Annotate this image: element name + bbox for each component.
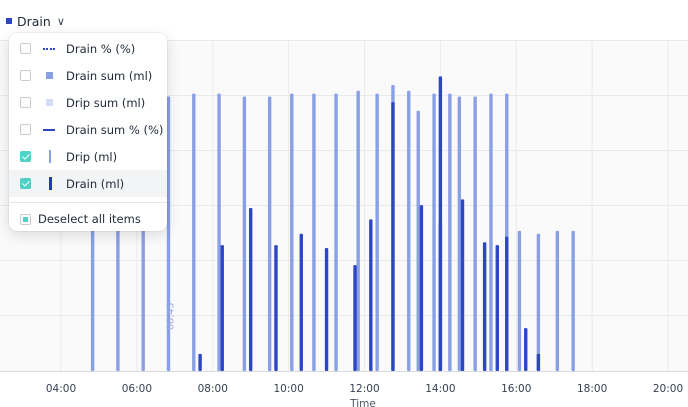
bar-drain <box>198 353 202 371</box>
x-tick-label: 08:00 <box>198 383 228 395</box>
bar-drip <box>242 96 247 371</box>
menu-item-label: Drip sum (ml) <box>66 95 146 110</box>
checkbox[interactable] <box>20 43 31 54</box>
menu-item-label: Drain sum % (%) <box>66 122 164 137</box>
bar-drip <box>555 230 560 371</box>
checkbox[interactable] <box>20 124 31 135</box>
bar-drip <box>517 230 522 371</box>
series-dropdown-menu: Drain % (%) Drain sum (ml) Drip sum (ml)… <box>9 33 167 231</box>
bar-drip <box>356 90 360 371</box>
menu-divider <box>9 202 167 203</box>
bar-drain <box>524 328 528 371</box>
x-tick-label: 06:00 <box>122 383 152 395</box>
bar-drip <box>334 93 338 371</box>
checkbox-checked[interactable] <box>20 151 31 162</box>
bar-drip <box>375 93 379 371</box>
bar-drip <box>290 93 294 371</box>
dark-bar-icon <box>39 176 61 190</box>
x-tick-label: 12:00 <box>349 383 379 395</box>
bar-drip <box>489 93 493 371</box>
bar-drip <box>457 96 462 371</box>
bar-drain <box>391 102 395 371</box>
checkbox[interactable] <box>20 70 31 81</box>
deselect-all-label: Deselect all items <box>38 212 141 226</box>
bar-drain <box>419 205 424 371</box>
menu-item-label: Drip (ml) <box>66 149 118 164</box>
bar-drain <box>353 265 357 371</box>
bar-drain <box>220 245 224 371</box>
x-tick-label: 10:00 <box>273 383 303 395</box>
menu-item-drip[interactable]: Drip (ml) <box>9 143 167 170</box>
bar-drip <box>432 93 436 371</box>
bar-drain <box>495 245 499 371</box>
bar-drip <box>312 93 316 371</box>
x-tick-label: 16:00 <box>501 383 531 395</box>
menu-item-label: Drain % (%) <box>66 41 136 56</box>
series-selector-label: Drain <box>17 13 51 29</box>
chevron-down-icon: ∨ <box>56 14 65 28</box>
bar-drip <box>416 110 420 372</box>
bar-drain <box>505 236 509 371</box>
bar-drain <box>324 248 329 371</box>
bar-drain <box>460 199 465 371</box>
bar-drain <box>248 207 253 371</box>
menu-item-drain[interactable]: Drain (ml) <box>9 170 167 197</box>
square-icon <box>39 70 61 82</box>
x-tick-label: 14:00 <box>425 383 455 395</box>
bar-drain <box>438 76 443 372</box>
x-tick-label: 18:00 <box>577 383 607 395</box>
bar-drip <box>473 96 477 371</box>
solid-line-icon <box>39 124 61 136</box>
menu-item-drain-sum[interactable]: Drain sum (ml) <box>9 62 167 89</box>
light-square-icon <box>39 97 61 109</box>
indeterminate-checkbox-icon <box>20 213 31 225</box>
series-selector[interactable]: Drain ∨ <box>6 11 65 31</box>
series-color-swatch <box>6 18 12 24</box>
bar-drain <box>369 219 373 371</box>
bar-drip <box>267 96 272 371</box>
x-tick-label: 20:00 <box>653 383 683 395</box>
menu-item-drain-percent[interactable]: Drain % (%) <box>9 35 167 62</box>
bar-drip <box>571 230 575 371</box>
menu-item-drain-sum-percent[interactable]: Drain sum % (%) <box>9 116 167 143</box>
menu-item-drip-sum[interactable]: Drip sum (ml) <box>9 89 167 116</box>
checkbox-checked[interactable] <box>20 178 31 189</box>
bar-drip <box>536 233 541 371</box>
bar-drain <box>482 242 487 371</box>
annotation-label: 06:45 <box>165 303 176 330</box>
bar-drain <box>299 233 303 371</box>
bar-drip <box>407 90 411 371</box>
menu-item-label: Drain (ml) <box>66 176 125 191</box>
x-tick-label: 04:00 <box>46 383 76 395</box>
menu-item-label: Drain sum (ml) <box>66 68 153 83</box>
checkbox[interactable] <box>20 97 31 108</box>
bar-drip <box>448 93 452 371</box>
deselect-all-button[interactable]: Deselect all items <box>9 206 167 232</box>
bar-drain <box>536 353 541 371</box>
bar-drip <box>192 93 196 371</box>
bar-drip <box>217 93 221 371</box>
light-bar-icon <box>39 149 61 163</box>
x-axis-title: Time <box>349 398 376 407</box>
bar-drain <box>274 245 278 371</box>
dotted-line-icon <box>39 43 61 55</box>
